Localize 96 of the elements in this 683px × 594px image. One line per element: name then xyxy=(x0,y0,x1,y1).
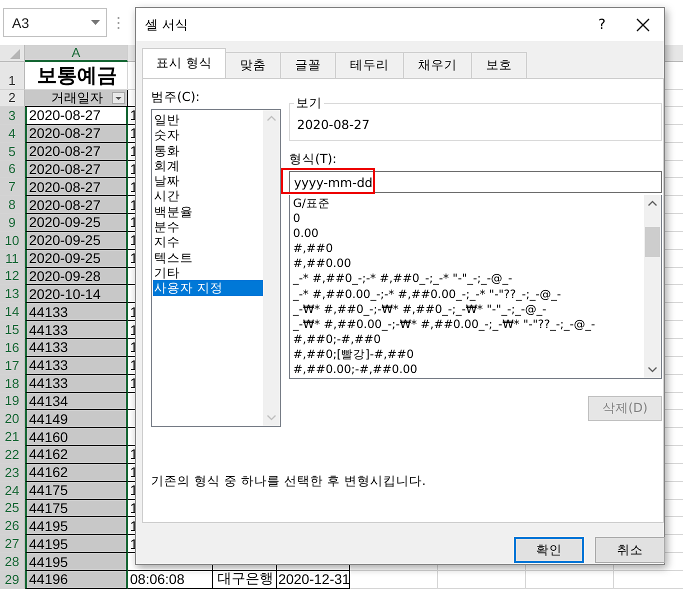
format-list[interactable] xyxy=(289,195,662,379)
table-cell: 44160 xyxy=(25,428,128,446)
table-cell: 2020-09-25 xyxy=(25,250,128,268)
scrollbar-thumb[interactable] xyxy=(645,226,660,256)
tab[interactable]: 표시 형식 xyxy=(142,48,226,78)
table-cell: 대구은행 xyxy=(213,570,277,589)
format-item[interactable]: _-* #,##0.00_-;-* #,##0.00_-;_-* "-"??_-;_-@_- xyxy=(293,286,644,302)
triangle-icon xyxy=(10,49,20,59)
table-cell: 2020-08-27 xyxy=(25,160,128,178)
format-item[interactable]: #,##0.00;-#,##0.00 xyxy=(293,362,644,378)
table-cell: 44196 xyxy=(25,570,128,589)
table-cell: 44195 xyxy=(25,535,128,554)
row-number[interactable]: 18 xyxy=(0,374,25,392)
ok-button[interactable]: 확인 xyxy=(514,537,584,563)
dropdown-caret-icon[interactable] xyxy=(91,20,100,25)
drag-handle-icon[interactable] xyxy=(117,16,120,30)
table-cell: 44133 xyxy=(25,321,128,339)
row-number[interactable]: 24 xyxy=(0,482,25,500)
close-icon xyxy=(636,18,650,32)
category-label: 범주(C): xyxy=(151,89,201,106)
format-label: 형식(T): xyxy=(289,151,338,168)
format-item[interactable]: #,##0;[빨강]-#,##0 xyxy=(293,346,644,362)
table-cell: 44133 xyxy=(25,356,128,375)
dialog-title: 셀 서식 xyxy=(145,16,190,34)
format-item[interactable]: _-₩* #,##0_-;-₩* #,##0_-;_-₩* "-"_-;_-@_- xyxy=(293,302,644,317)
table-cell: 44195 xyxy=(25,517,128,536)
table-cell: 44175 xyxy=(25,482,128,500)
row-number[interactable]: 13 xyxy=(0,285,25,304)
table-cell: 2020-08-27 xyxy=(25,124,128,143)
table-cell: 2020-12-31 xyxy=(277,570,350,589)
table-cell: 2020-08-27 xyxy=(25,107,128,125)
row-number[interactable]: 4 xyxy=(0,124,25,143)
table-cell: 2020-08-27 xyxy=(25,196,128,214)
format-input[interactable]: yyyy-mm-dd xyxy=(289,171,662,193)
format-item[interactable]: #,##0.00 xyxy=(293,256,644,272)
table-cell: 44162 xyxy=(25,464,128,482)
table-cell: 44149 xyxy=(25,410,128,428)
sample-value: 2020-08-27 xyxy=(297,116,370,132)
table-cell: 44134 xyxy=(25,392,128,410)
row-number[interactable]: 16 xyxy=(0,338,25,357)
row-number[interactable]: 8 xyxy=(0,196,25,214)
table-cell: 2020-10-14 xyxy=(25,285,128,304)
table-cell: 44133 xyxy=(25,303,128,322)
row-number[interactable]: 17 xyxy=(0,356,25,375)
row-number[interactable]: 26 xyxy=(0,517,25,536)
row-number[interactable]: 21 xyxy=(0,428,25,446)
format-item[interactable]: _-₩* #,##0.00_-;-₩* #,##0.00_-;_-₩* "-"??_-;_-@_- xyxy=(293,316,644,332)
column-header[interactable]: A xyxy=(25,45,128,62)
row-number[interactable]: 28 xyxy=(0,553,25,571)
scroll-up-icon[interactable] xyxy=(648,200,657,206)
column-heading: 거래일자 xyxy=(25,90,128,107)
format-item[interactable]: 0 xyxy=(293,211,644,226)
category-item[interactable]: 사용자 지정 xyxy=(153,280,263,296)
row-number[interactable]: 19 xyxy=(0,392,25,410)
format-item[interactable]: #,##0;-#,##0 xyxy=(293,332,644,347)
row-number[interactable]: 11 xyxy=(0,250,25,268)
tab[interactable]: 보호 xyxy=(470,52,527,78)
name-box[interactable]: A3 xyxy=(3,8,107,37)
row-number[interactable]: 29 xyxy=(0,570,25,589)
format-item[interactable]: 0.00 xyxy=(293,226,644,242)
cancel-button[interactable]: 취소 xyxy=(595,537,665,563)
row-number[interactable]: 9 xyxy=(0,214,25,232)
row-number[interactable]: 15 xyxy=(0,321,25,339)
table-cell: 2020-09-25 xyxy=(25,232,128,250)
row-number[interactable]: 23 xyxy=(0,464,25,482)
table-cell: 2020-08-27 xyxy=(25,142,128,161)
row-number[interactable]: 20 xyxy=(0,410,25,428)
table-cell: 44133 xyxy=(25,338,128,357)
table-cell: 2020-08-27 xyxy=(25,178,128,196)
row-number[interactable]: 27 xyxy=(0,535,25,554)
row-number[interactable]: 6 xyxy=(0,160,25,178)
row-number[interactable]: 3 xyxy=(0,107,25,125)
row-number[interactable]: 22 xyxy=(0,446,25,464)
sample-label: 보기 xyxy=(294,95,324,112)
row-number[interactable]: 25 xyxy=(0,500,25,518)
format-item[interactable]: _-* #,##0_-;-* #,##0_-;_-* "-"_-;_-@_- xyxy=(293,271,644,287)
category-list[interactable]: 일반 숫자 통화 회계 날짜 시간 백분율 분수 지수 텍스트 기타 사용자 지정 xyxy=(151,109,281,427)
table-cell: 08:06:08 xyxy=(128,570,213,589)
table-cell: 44175 xyxy=(25,500,128,518)
table-cell: 2020-09-28 xyxy=(25,268,128,286)
row-number[interactable]: 12 xyxy=(0,268,25,286)
scroll-down-icon[interactable] xyxy=(648,367,657,373)
format-item[interactable]: G/표준 xyxy=(293,196,644,212)
row-number[interactable]: 5 xyxy=(0,142,25,161)
row-number[interactable]: 14 xyxy=(0,303,25,322)
row-number[interactable]: 7 xyxy=(0,178,25,196)
help-button[interactable]: ? xyxy=(582,16,622,32)
table-cell: 44162 xyxy=(25,446,128,464)
table-cell: 44195 xyxy=(25,553,128,571)
row-number[interactable]: 10 xyxy=(0,232,25,250)
filter-button[interactable] xyxy=(112,92,125,104)
table-cell: 2020-09-25 xyxy=(25,214,128,232)
format-item[interactable]: #,##0 xyxy=(293,241,644,256)
row-number[interactable]: 1 xyxy=(0,62,25,90)
table-cell: 44133 xyxy=(25,374,128,392)
row-number[interactable]: 2 xyxy=(0,90,25,107)
